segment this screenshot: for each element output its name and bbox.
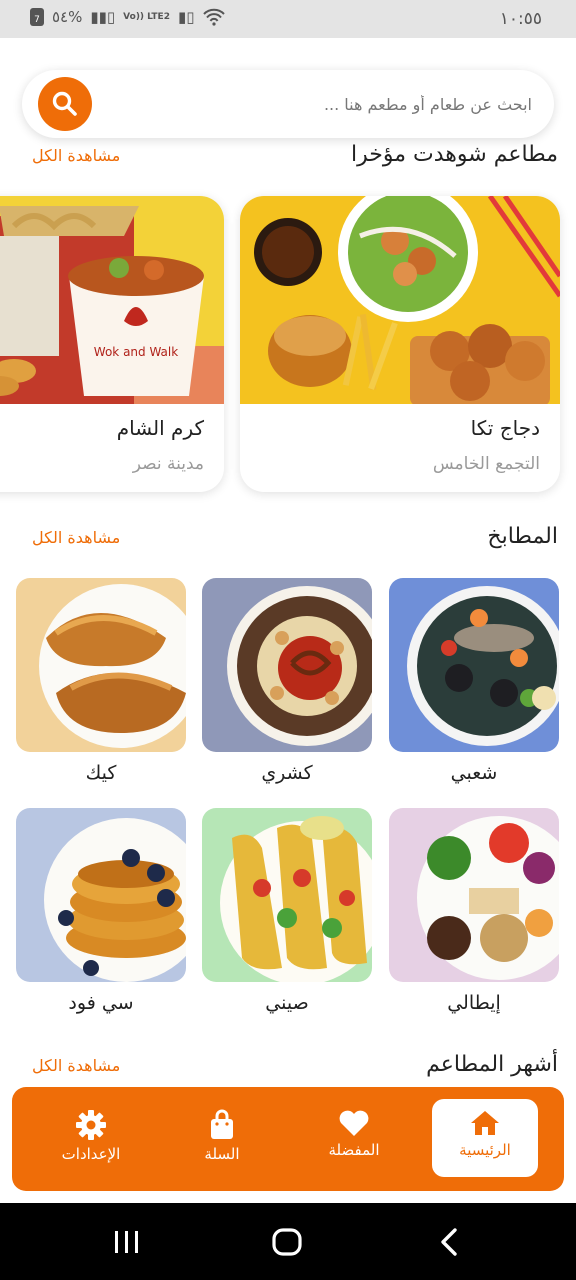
search-button[interactable] [38,77,92,131]
nav-label: الرئيسية [459,1141,511,1159]
recent-section-title: مطاعم شوهدت مؤخرا [351,142,558,167]
battery-icon: 7 [30,8,44,26]
gear-icon [76,1110,106,1140]
main-content[interactable]: مطاعم شوهدت مؤخرا مشاهدة الكل دجاج تكا ا… [0,38,576,1078]
cuisine-image [16,808,186,982]
status-bar: 7 ٥٤% ▮▮▯ Vo)) LTE2 ▮▯ ١٠:٥٥ [0,0,576,38]
search-input[interactable] [102,80,532,128]
bottom-nav: الرئيسية المفضلة السلة الإعدادات [12,1087,564,1191]
cuisine-image [202,578,372,752]
restaurant-location: مدينة نصر [132,454,204,474]
cuisine-image [389,578,559,752]
restaurant-image [240,196,560,404]
restaurant-card[interactable]: دجاج تكا التجمع الخامس [240,196,560,492]
signal-icon-2: ▮▯ [177,8,195,26]
cuisine-label: كشري [261,762,313,784]
cuisine-label: صيني [265,992,309,1014]
network-label: Vo)) LTE2 [123,11,170,22]
cuisine-label: سي فود [68,992,134,1014]
recent-see-all-link[interactable]: مشاهدة الكل [32,146,120,165]
nav-label: السلة [204,1145,240,1163]
svg-text:Wok and Walk: Wok and Walk [94,345,178,359]
cuisine-item-seafood[interactable] [389,578,559,752]
shopping-bag-icon [211,1109,233,1139]
heart-icon [339,1110,369,1136]
recent-apps-icon[interactable] [112,1229,142,1255]
restaurant-image: Wok and Walk [0,196,224,404]
restaurant-card[interactable]: Wok and Walk كرم الشام مدينة نصر [0,196,224,492]
cuisine-item-italian[interactable] [389,808,559,982]
cuisine-image [202,808,372,982]
home-icon [471,1111,499,1135]
cuisine-item-cake[interactable] [16,578,186,752]
nav-favorites[interactable]: المفضلة [301,1099,407,1177]
restaurant-name: دجاج تكا [470,416,540,440]
status-icons: 7 ٥٤% ▮▮▯ Vo)) LTE2 ▮▯ [30,8,226,26]
nav-label: المفضلة [328,1141,380,1159]
cuisines-see-all-link[interactable]: مشاهدة الكل [32,528,120,547]
search-bar[interactable] [22,70,554,138]
cuisine-item-chinese[interactable] [202,808,372,982]
nav-home[interactable]: الرئيسية [432,1099,538,1177]
search-icon [52,91,77,116]
nav-label: الإعدادات [61,1145,121,1163]
cuisine-label: إيطالي [447,992,501,1014]
nav-cart[interactable]: السلة [169,1099,275,1177]
clock: ١٠:٥٥ [499,9,542,29]
system-nav-bar [0,1203,576,1280]
cuisine-label: شعبي [450,762,498,784]
wifi-icon [203,8,226,26]
popular-see-all-link[interactable]: مشاهدة الكل [32,1056,120,1075]
battery-level: ٥٤% [52,8,83,26]
restaurant-name: كرم الشام [116,416,204,440]
nav-settings[interactable]: الإعدادات [38,1099,144,1177]
cuisine-image [16,578,186,752]
popular-section-title: أشهر المطاعم [426,1052,558,1077]
cuisine-image [389,808,559,982]
home-system-icon[interactable] [271,1227,303,1257]
cuisine-item-seafood-alt[interactable] [16,808,186,982]
restaurant-location: التجمع الخامس [432,454,540,474]
cuisines-section-title: المطابخ [487,524,558,549]
cuisine-item-koshari[interactable] [202,578,372,752]
signal-icon: ▮▮▯ [90,8,116,26]
cuisine-label: كيك [85,762,117,784]
back-icon[interactable] [438,1227,460,1257]
